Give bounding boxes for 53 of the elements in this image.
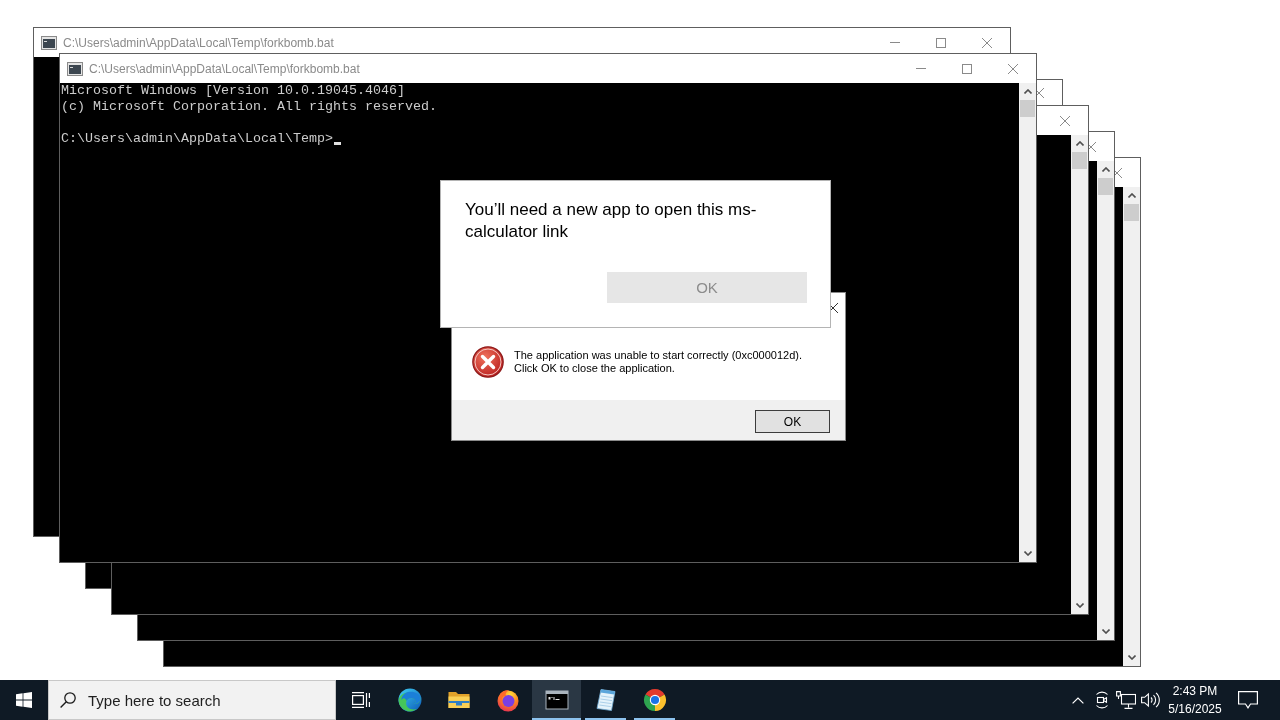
chevron-up-icon	[1127, 193, 1136, 198]
console-text: (c) Microsoft Corporation. All rights reserved.	[61, 99, 438, 115]
notepad-icon	[593, 688, 618, 712]
console-text: Microsoft Windows [Version 10.0.19045.4046]	[61, 83, 406, 99]
chevron-down-icon	[1127, 655, 1136, 660]
camera-icon	[1094, 691, 1110, 709]
taskbar-button[interactable]	[532, 680, 581, 720]
maximize-icon	[962, 63, 972, 74]
terminal-icon	[544, 688, 569, 712]
chevron-up-icon	[1075, 141, 1084, 146]
dialog-message: You’ll need a new app to open this ms-calculator link	[465, 199, 758, 243]
command-prompt: C:\Users\admin\AppData\Local\Temp>	[61, 131, 333, 147]
edge-icon	[397, 688, 422, 712]
minimize-icon	[916, 68, 926, 69]
window-title: C:\Users\admin\AppData\Local\Temp\forkbomb.bat	[89, 61, 361, 76]
scrollbar[interactable]	[1123, 187, 1140, 666]
search-icon	[60, 692, 76, 708]
scroll-thumb[interactable]	[1072, 152, 1087, 169]
windows-logo-icon	[16, 692, 32, 708]
terminal-icon	[67, 61, 83, 76]
chevron-down-icon	[1023, 551, 1032, 556]
scrollbar[interactable]	[1071, 135, 1088, 614]
close-icon	[982, 37, 992, 48]
firefox-icon	[495, 688, 520, 712]
volume-icon	[1140, 692, 1160, 708]
minimize-icon	[890, 42, 900, 43]
error-icon	[472, 345, 504, 378]
chevron-up-icon	[1072, 696, 1084, 704]
close-icon	[1008, 63, 1018, 74]
chrome-icon	[642, 688, 667, 712]
task-view-icon	[351, 692, 370, 708]
notification-icon	[1238, 691, 1258, 709]
error-message: The application was unable to start correctly (0xc000012d). Click OK to close the application.	[514, 348, 803, 375]
chevron-down-icon	[1075, 603, 1084, 608]
terminal-icon	[41, 35, 57, 50]
clock-button[interactable]: 2:43 PM 5/16/2025	[1162, 680, 1228, 720]
chevron-up-icon	[1023, 89, 1032, 94]
close-icon	[1060, 115, 1070, 126]
chevron-down-icon	[1101, 629, 1110, 634]
window-title: C:\Users\admin\AppData\Local\Temp\forkbomb.bat	[63, 35, 335, 50]
close-icon	[1115, 167, 1122, 178]
cursor-icon	[333, 142, 341, 145]
scroll-thumb[interactable]	[1020, 100, 1035, 117]
close-icon	[1089, 141, 1096, 152]
chevron-up-icon	[1101, 167, 1110, 172]
scroll-thumb[interactable]	[1098, 178, 1113, 195]
maximize-icon	[936, 37, 946, 48]
network-icon	[1116, 691, 1136, 709]
scrollbar[interactable]	[1097, 161, 1114, 640]
ok-button[interactable]: OK	[755, 410, 830, 433]
scrollbar[interactable]	[1019, 83, 1036, 562]
search-field[interactable]: Type here to search	[48, 680, 336, 720]
scroll-thumb[interactable]	[1124, 204, 1139, 221]
